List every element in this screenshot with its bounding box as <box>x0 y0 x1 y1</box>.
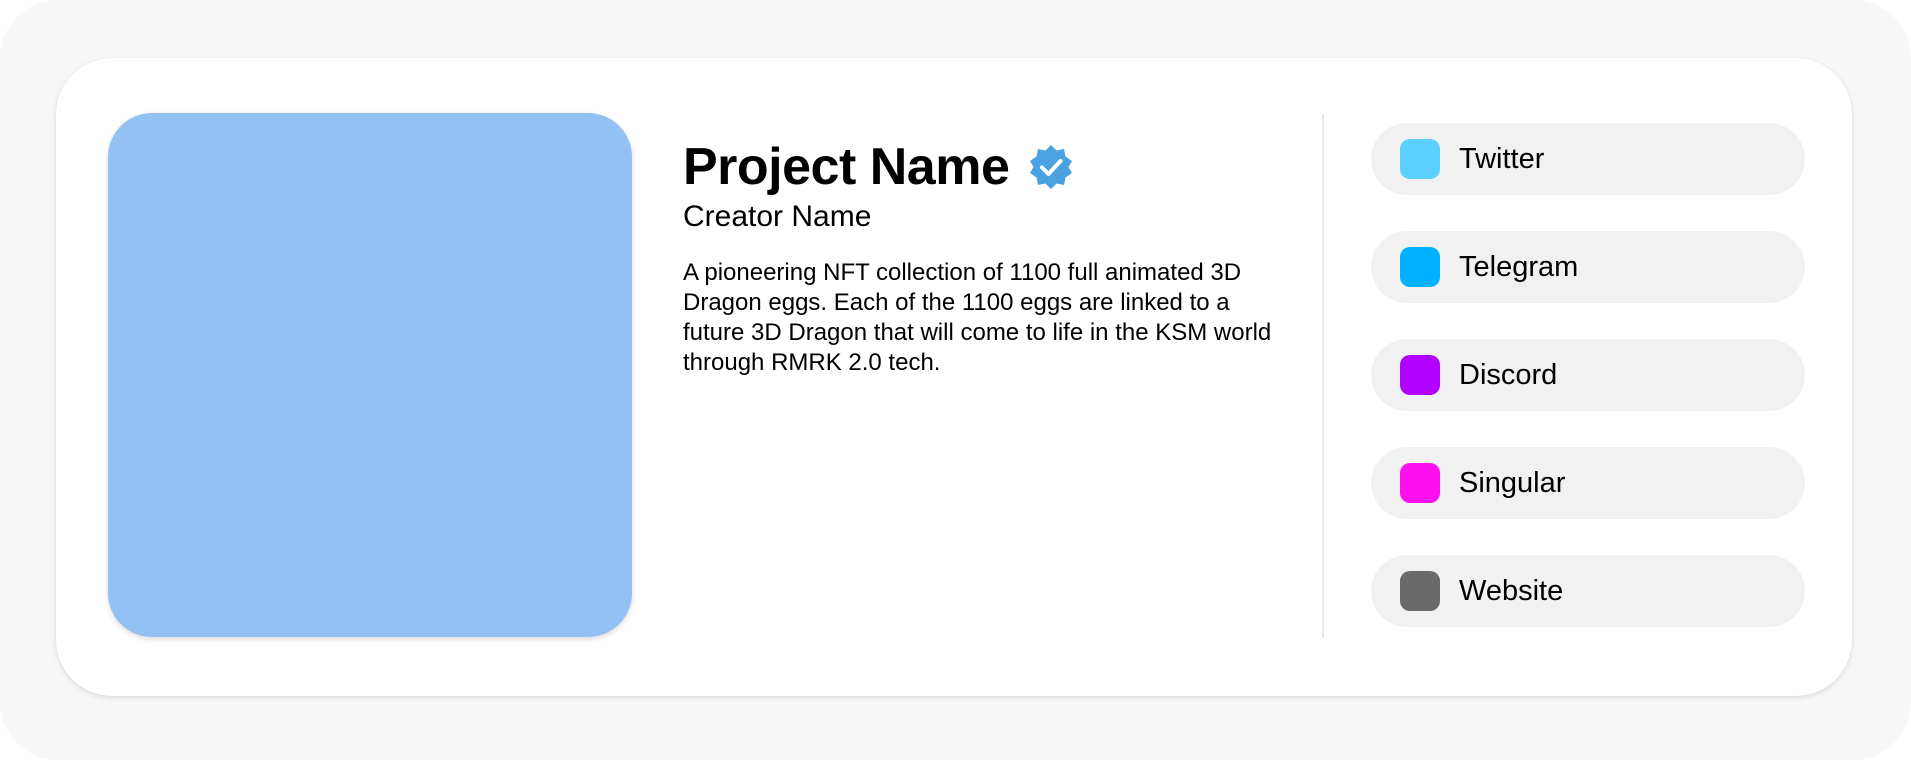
project-title: Project Name <box>683 138 1010 196</box>
project-image <box>108 113 632 637</box>
twitter-icon <box>1400 139 1440 179</box>
link-label: Twitter <box>1459 142 1545 175</box>
page-background: Project Name Creator Name A pioneering N… <box>0 0 1911 760</box>
creator-name: Creator Name <box>683 200 872 233</box>
discord-icon <box>1400 355 1440 395</box>
link-label: Singular <box>1459 466 1566 499</box>
project-info: Project Name Creator Name A pioneering N… <box>683 136 1283 378</box>
website-icon <box>1400 571 1440 611</box>
link-telegram[interactable]: Telegram <box>1371 231 1805 303</box>
verified-badge-icon <box>1030 145 1073 189</box>
divider <box>1322 114 1324 638</box>
link-twitter[interactable]: Twitter <box>1371 123 1805 195</box>
telegram-icon <box>1400 247 1440 287</box>
project-description: A pioneering NFT collection of 1100 full… <box>683 259 1272 376</box>
link-label: Website <box>1459 574 1564 607</box>
project-card: Project Name Creator Name A pioneering N… <box>56 58 1852 696</box>
link-label: Telegram <box>1459 250 1579 283</box>
link-label: Discord <box>1459 358 1558 391</box>
title-row: Project Name <box>683 136 1283 198</box>
link-singular[interactable]: Singular <box>1371 447 1805 519</box>
link-website[interactable]: Website <box>1371 555 1805 627</box>
link-discord[interactable]: Discord <box>1371 339 1805 411</box>
singular-icon <box>1400 463 1440 503</box>
social-links: Twitter Telegram Discord Singular Websit… <box>1371 123 1805 663</box>
